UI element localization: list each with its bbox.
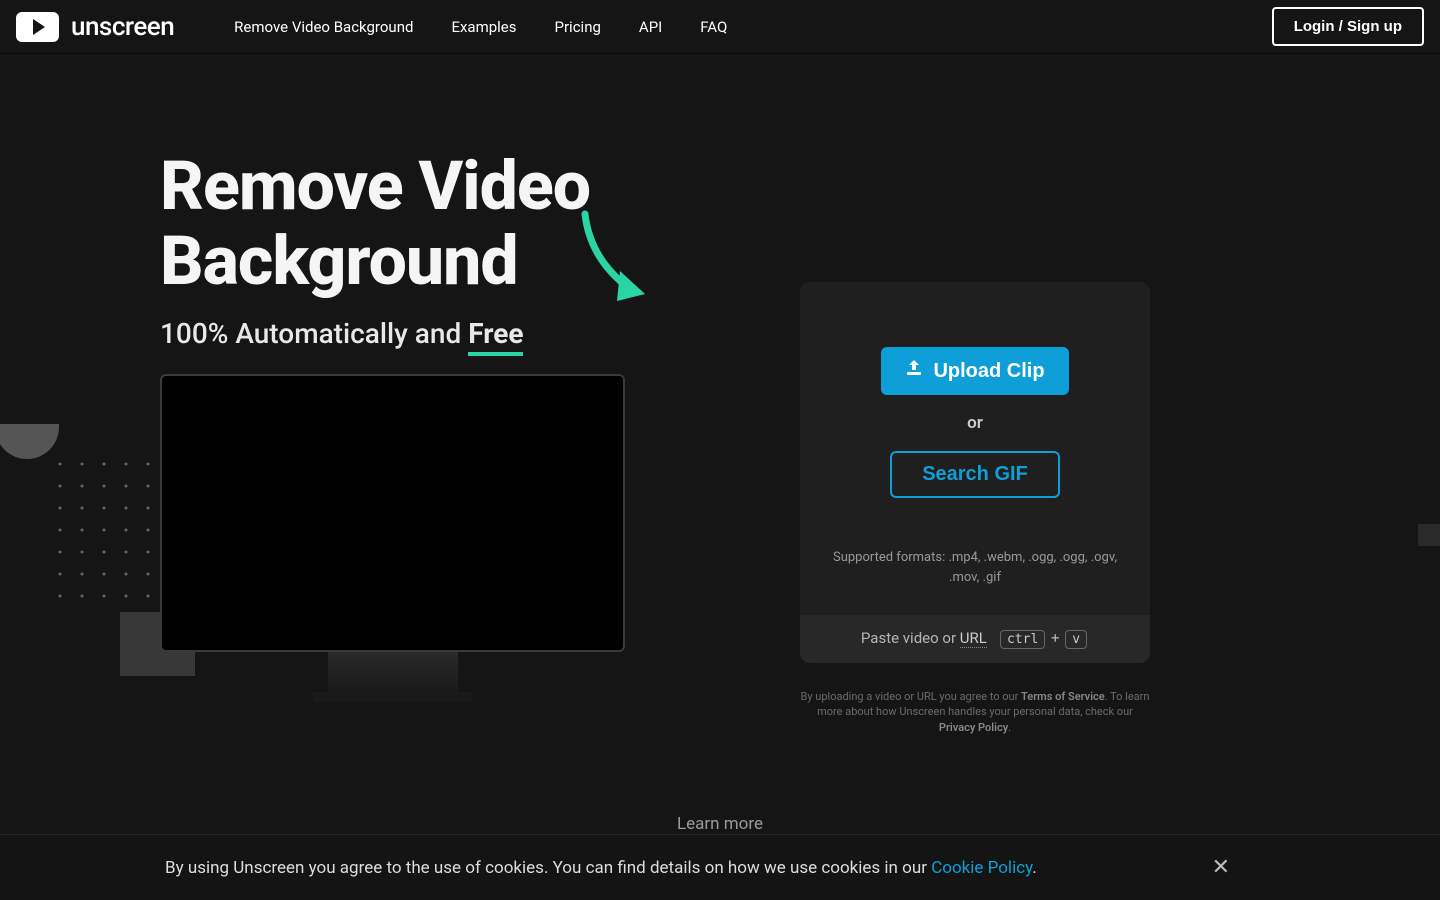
hero-headline-block: Remove Video Background 100% Automatical… xyxy=(160,149,590,350)
legal-prefix: By uploading a video or URL you agree to… xyxy=(801,690,1022,703)
kbd-ctrl: ctrl xyxy=(1000,630,1045,649)
learn-more-label: Learn more xyxy=(0,814,1440,834)
search-gif-button[interactable]: Search GIF xyxy=(890,451,1060,498)
cookie-text-prefix: By using Unscreen you agree to the use o… xyxy=(165,858,931,878)
nav-remove-video-background[interactable]: Remove Video Background xyxy=(234,18,413,36)
login-signup-button[interactable]: Login / Sign up xyxy=(1272,7,1424,46)
hero-subtitle-free: Free xyxy=(468,317,523,356)
monitor-frame xyxy=(160,374,625,704)
privacy-policy-link[interactable]: Privacy Policy xyxy=(939,721,1008,734)
upload-legal-text: By uploading a video or URL you agree to… xyxy=(800,689,1150,735)
main: Remove Video Background 100% Automatical… xyxy=(0,54,1440,104)
hero-title-line1: Remove Video xyxy=(160,146,590,226)
logo-text: unscreen xyxy=(71,12,174,42)
cookie-text: By using Unscreen you agree to the use o… xyxy=(165,858,1037,878)
nav-pricing[interactable]: Pricing xyxy=(555,18,601,36)
play-icon xyxy=(16,12,59,42)
hero-title: Remove Video Background xyxy=(160,149,590,299)
or-separator: or xyxy=(828,413,1122,433)
kbd-v: v xyxy=(1065,630,1087,649)
monitor-stand xyxy=(313,652,473,702)
hero-title-line2: Background xyxy=(160,221,518,301)
url-link[interactable]: URL xyxy=(960,629,987,648)
monitor-illustration xyxy=(160,374,625,704)
decor-half-circle xyxy=(0,424,59,459)
hero-subtitle: 100% Automatically and Free xyxy=(160,317,590,350)
decor-dot-grid xyxy=(55,459,175,613)
scrollbar-indicator[interactable] xyxy=(1418,524,1440,546)
terms-of-service-link[interactable]: Terms of Service xyxy=(1021,690,1105,703)
monitor-screen xyxy=(160,374,625,652)
nav-faq[interactable]: FAQ xyxy=(700,18,727,36)
kbd-plus: + xyxy=(1047,629,1063,647)
close-icon[interactable]: ✕ xyxy=(1212,855,1230,880)
legal-suffix: . xyxy=(1008,721,1011,734)
header: unscreen Remove Video Background Example… xyxy=(0,0,1440,54)
cookie-banner: By using Unscreen you agree to the use o… xyxy=(0,834,1440,900)
cookie-policy-link[interactable]: Cookie Policy xyxy=(931,858,1032,878)
cookie-text-suffix: . xyxy=(1032,858,1036,878)
paste-hint: Paste video or URL ctrl + v xyxy=(800,615,1150,663)
supported-formats-text: Supported formats: .mp4, .webm, .ogg, .o… xyxy=(828,548,1122,587)
curved-arrow-icon xyxy=(575,209,665,313)
upload-clip-button[interactable]: Upload Clip xyxy=(881,347,1068,395)
nav-api[interactable]: API xyxy=(639,18,662,36)
nav-examples[interactable]: Examples xyxy=(451,18,516,36)
main-nav: Remove Video Background Examples Pricing… xyxy=(234,18,727,36)
upload-icon xyxy=(905,359,923,383)
upload-clip-label: Upload Clip xyxy=(933,360,1044,383)
logo[interactable]: unscreen xyxy=(16,12,174,42)
hero-subtitle-prefix: 100% Automatically and xyxy=(160,317,468,350)
paste-prefix: Paste video or xyxy=(861,629,960,647)
upload-card: Upload Clip or Search GIF Supported form… xyxy=(800,282,1150,663)
